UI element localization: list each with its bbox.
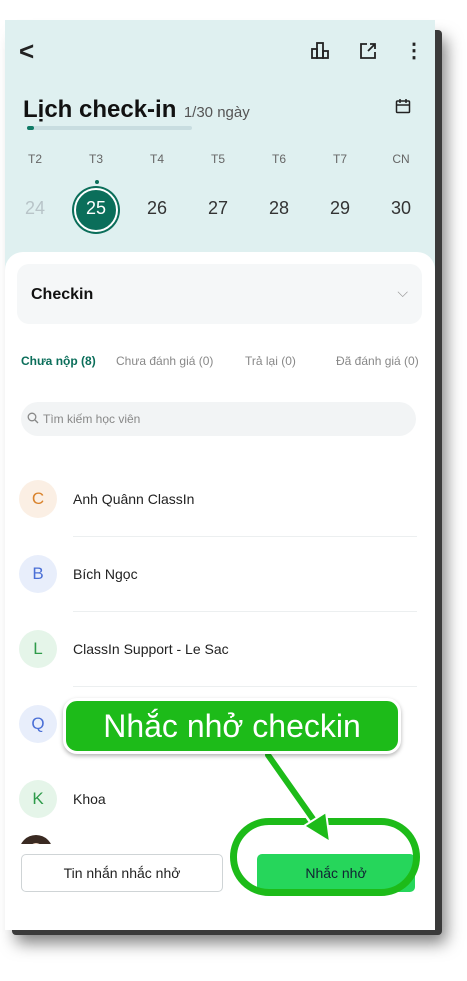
student-name: Khoa xyxy=(73,791,106,807)
date-cell[interactable]: 30 xyxy=(371,190,431,226)
date-cell[interactable]: 24 xyxy=(5,190,65,226)
phone-screen: < ⋮ Lịch check-in 1/30 ngày T2 T3 T4 T5 … xyxy=(5,20,435,930)
back-icon[interactable]: < xyxy=(19,38,34,64)
reminder-message-button[interactable]: Tin nhắn nhắc nhở xyxy=(21,854,223,892)
weekday-label: T5 xyxy=(210,152,225,166)
task-dropdown[interactable]: Checkin ⌵ xyxy=(17,264,422,324)
date-cell[interactable]: 28 xyxy=(249,190,309,226)
share-icon[interactable] xyxy=(359,42,377,65)
student-name: Anh Quânn ClassIn xyxy=(73,491,195,507)
student-name: ClassIn Support - Le Sac xyxy=(73,641,229,657)
status-tabs: Chưa nộp (8) Chưa đánh giá (0) Trả lại (… xyxy=(5,354,435,374)
weekday-label: T3 xyxy=(88,152,103,166)
stats-icon[interactable] xyxy=(310,40,330,65)
list-item[interactable]: C Anh Quânn ClassIn xyxy=(5,462,435,537)
weekday-label: CN xyxy=(392,152,410,166)
date-cell[interactable]: 27 xyxy=(188,190,248,226)
date-cell[interactable]: 29 xyxy=(310,190,370,226)
today-dot xyxy=(95,180,99,184)
weekday-label: T4 xyxy=(149,152,164,166)
weekday-label: T6 xyxy=(271,152,286,166)
avatar: Q xyxy=(19,705,57,743)
avatar: K xyxy=(19,780,57,818)
callout-label: Nhắc nhở checkin xyxy=(63,698,401,754)
date-cell-selected[interactable]: 25 xyxy=(66,190,126,226)
title-row: Lịch check-in 1/30 ngày xyxy=(23,96,250,124)
tab-returned[interactable]: Trả lại (0) xyxy=(245,354,296,368)
search-icon xyxy=(27,411,39,429)
progress-bar xyxy=(27,126,192,130)
tab-not-evaluated[interactable]: Chưa đánh giá (0) xyxy=(116,354,213,368)
highlight-ring xyxy=(230,818,420,896)
weekday-label: T2 xyxy=(27,152,42,166)
calendar-icon[interactable] xyxy=(395,98,411,119)
student-name: Bích Ngọc xyxy=(73,566,138,582)
progress-text: 1/30 ngày xyxy=(183,104,250,121)
avatar: C xyxy=(19,480,57,518)
top-bar: < ⋮ xyxy=(5,20,435,90)
tab-not-submitted[interactable]: Chưa nộp (8) xyxy=(21,354,96,368)
chevron-down-icon: ⌵ xyxy=(397,284,408,300)
search-placeholder: Tìm kiếm học viên xyxy=(43,412,141,426)
weekday-label: T7 xyxy=(332,152,347,166)
date-cell[interactable]: 26 xyxy=(127,190,187,226)
list-item[interactable]: B Bích Ngọc xyxy=(5,537,435,612)
avatar: L xyxy=(19,630,57,668)
progress-fill xyxy=(27,126,34,130)
avatar: B xyxy=(19,555,57,593)
search-input[interactable]: Tìm kiếm học viên xyxy=(21,402,416,436)
task-dropdown-label: Checkin xyxy=(31,286,94,303)
list-item[interactable]: L ClassIn Support - Le Sac xyxy=(5,612,435,687)
page-title: Lịch check-in xyxy=(23,96,177,123)
tab-evaluated[interactable]: Đã đánh giá (0) xyxy=(336,354,419,368)
more-icon[interactable]: ⋮ xyxy=(404,41,424,61)
